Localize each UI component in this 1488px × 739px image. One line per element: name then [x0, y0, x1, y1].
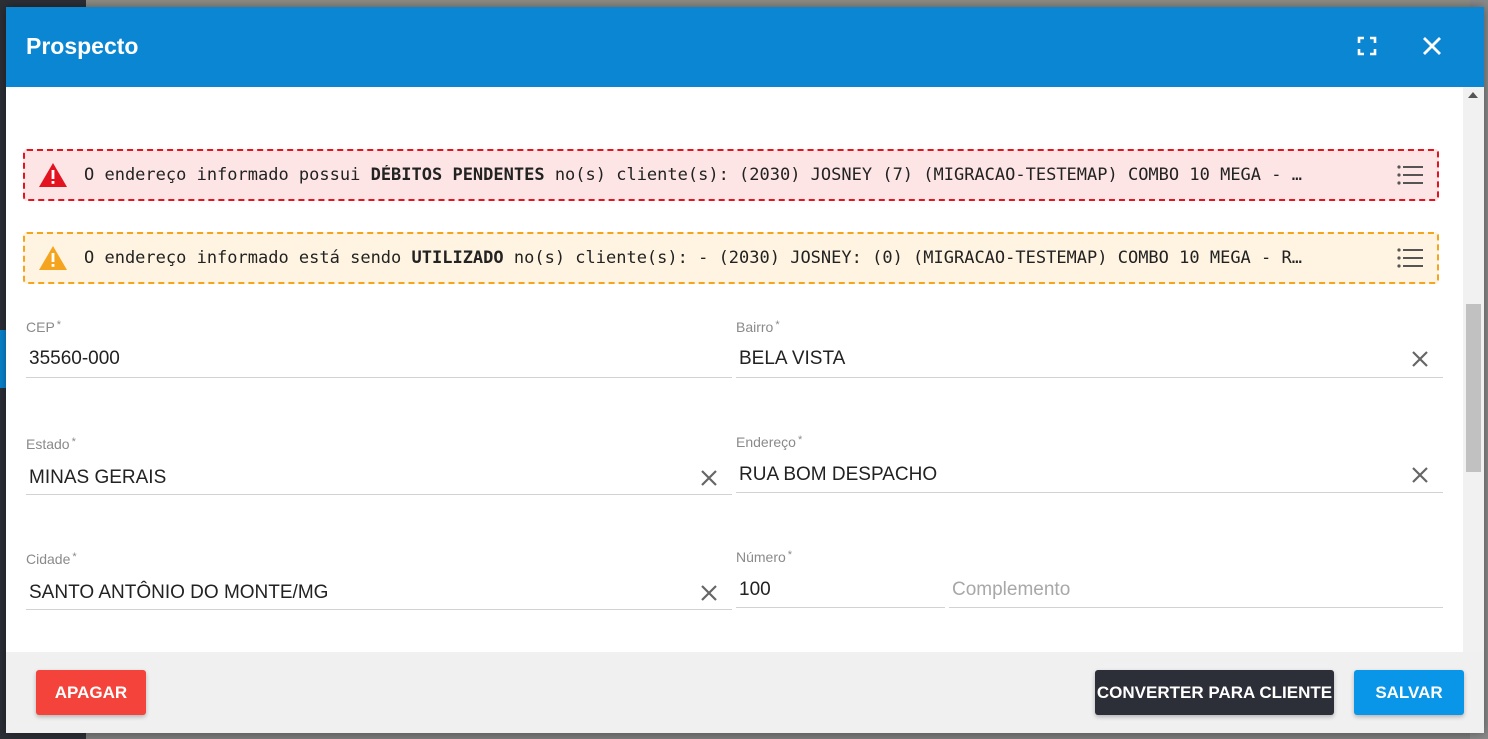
cidade-select[interactable]: SANTO ANTÔNIO DO MONTE/MG — [26, 571, 732, 610]
estado-select[interactable]: MINAS GERAIS — [26, 456, 732, 495]
alert-text-after: no(s) cliente(s): - (2030) JOSNEY: (0) (… — [503, 248, 1302, 268]
estado-field: Estado * MINAS GERAIS — [26, 436, 732, 496]
alert-message: O endereço informado possui DÉBITOS PEND… — [84, 165, 1384, 185]
endereco-field: Endereço * RUA BOM DESPACHO — [736, 434, 1443, 494]
cep-input[interactable]: 35560-000 — [26, 339, 732, 378]
list-icon[interactable] — [1397, 164, 1423, 186]
cidade-value: SANTO ANTÔNIO DO MONTE/MG — [29, 582, 329, 603]
numero-label: Número * — [736, 549, 793, 565]
alert-text-before: O endereço informado está sendo — [84, 248, 412, 268]
alert-text-highlight: DÉBITOS PENDENTES — [370, 165, 545, 185]
prospecto-modal: Prospecto O endereço informado possui DÉ… — [6, 7, 1484, 733]
endereco-label: Endereço * — [736, 434, 803, 450]
bairro-value: BELA VISTA — [739, 348, 846, 369]
numero-field: Número * 100 — [736, 549, 945, 609]
clear-icon[interactable] — [1409, 348, 1431, 370]
apagar-button[interactable]: APAGAR — [36, 670, 146, 715]
cidade-field: Cidade * SANTO ANTÔNIO DO MONTE/MG — [26, 551, 732, 611]
fullscreen-button[interactable] — [1349, 29, 1385, 65]
numero-value: 100 — [739, 579, 771, 600]
warning-icon — [39, 163, 67, 187]
fullscreen-icon — [1357, 36, 1377, 56]
modal-scrollbar[interactable] — [1463, 87, 1484, 652]
estado-value: MINAS GERAIS — [29, 467, 167, 488]
scroll-thumb[interactable] — [1466, 304, 1481, 472]
alert-message: O endereço informado está sendo UTILIZAD… — [84, 248, 1384, 268]
salvar-button[interactable]: SALVAR — [1354, 670, 1464, 715]
scroll-up-arrow-icon[interactable] — [1468, 92, 1478, 98]
close-button[interactable] — [1414, 29, 1450, 65]
modal-title: Prospecto — [26, 33, 139, 59]
modal-header: Prospecto — [6, 7, 1484, 87]
bairro-field: Bairro * BELA VISTA — [736, 319, 1443, 379]
debitos-pendentes-alert: O endereço informado possui DÉBITOS PEND… — [23, 149, 1439, 201]
alert-text-after: no(s) cliente(s): (2030) JOSNEY (7) (MIG… — [544, 165, 1302, 185]
endereco-value: RUA BOM DESPACHO — [739, 464, 938, 485]
cep-label: CEP * — [26, 319, 62, 335]
list-icon[interactable] — [1397, 247, 1423, 269]
cep-value: 35560-000 — [29, 348, 120, 369]
complemento-input[interactable]: Complemento — [949, 569, 1443, 608]
close-icon — [1423, 37, 1441, 55]
converter-para-cliente-button[interactable]: CONVERTER PARA CLIENTE — [1095, 670, 1334, 715]
modal-footer: APAGAR CONVERTER PARA CLIENTE SALVAR — [6, 652, 1484, 733]
endereco-input[interactable]: RUA BOM DESPACHO — [736, 454, 1443, 493]
alert-text-before: O endereço informado possui — [84, 165, 371, 185]
clear-icon[interactable] — [1409, 464, 1431, 486]
cep-field: CEP * 35560-000 — [26, 319, 732, 379]
numero-input[interactable]: 100 — [736, 569, 945, 608]
complemento-field: Complemento — [949, 549, 1443, 609]
clear-icon[interactable] — [698, 467, 720, 489]
alert-text-highlight: UTILIZADO — [411, 248, 504, 268]
clear-icon[interactable] — [698, 582, 720, 604]
warning-icon — [39, 246, 67, 270]
bairro-label: Bairro * — [736, 319, 780, 335]
bairro-input[interactable]: BELA VISTA — [736, 339, 1443, 378]
complemento-placeholder: Complemento — [952, 579, 1071, 600]
estado-label: Estado * — [26, 436, 76, 452]
cidade-label: Cidade * — [26, 551, 77, 567]
endereco-utilizado-alert: O endereço informado está sendo UTILIZAD… — [23, 232, 1439, 284]
